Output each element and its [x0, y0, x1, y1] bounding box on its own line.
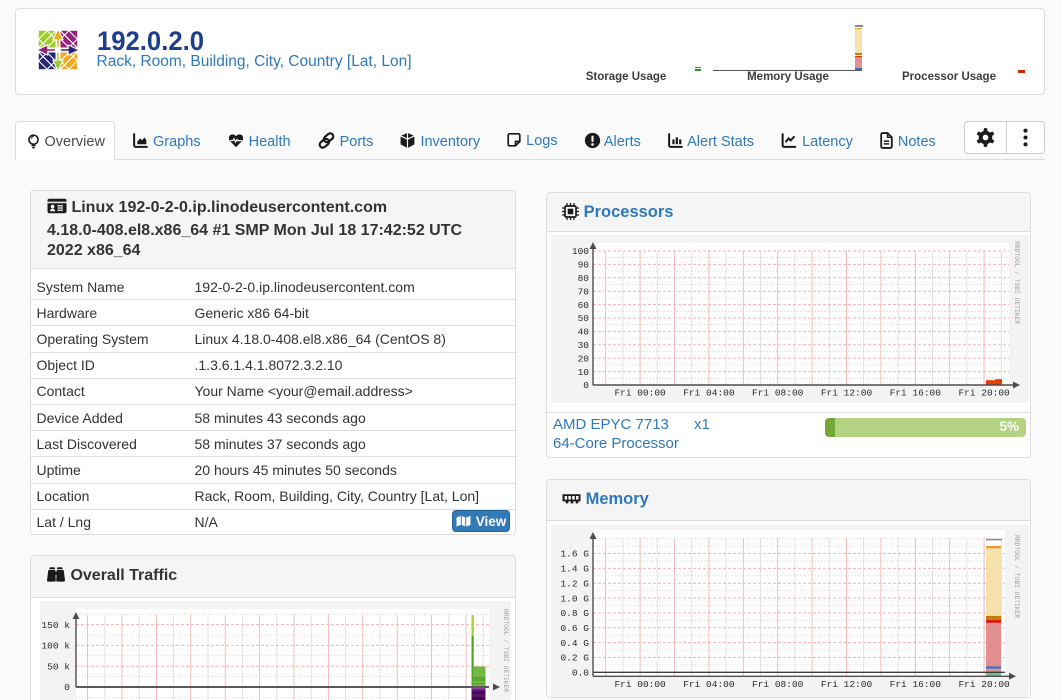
- svg-text:0: 0: [583, 380, 589, 391]
- svg-text:Fri 04:00: Fri 04:00: [683, 679, 735, 690]
- svg-text:1.2 G: 1.2 G: [560, 578, 589, 589]
- svg-text:70: 70: [578, 286, 590, 297]
- svg-text:RRDTOOL / TOBI OETIKER: RRDTOOL / TOBI OETIKER: [502, 609, 509, 692]
- svg-text:60: 60: [578, 300, 590, 311]
- svg-text:80: 80: [578, 273, 590, 284]
- svg-text:10: 10: [578, 367, 590, 378]
- svg-text:0.8 G: 0.8 G: [560, 608, 589, 619]
- svg-text:0.4 G: 0.4 G: [560, 638, 589, 649]
- svg-text:Fri 12:00: Fri 12:00: [821, 388, 873, 399]
- svg-text:1.0 G: 1.0 G: [560, 593, 589, 604]
- svg-text:90: 90: [578, 260, 590, 271]
- svg-text:0.2 G: 0.2 G: [560, 653, 589, 664]
- svg-text:20: 20: [578, 353, 590, 364]
- svg-text:100 k: 100 k: [41, 641, 70, 652]
- svg-text:Fri 08:00: Fri 08:00: [752, 388, 804, 399]
- svg-text:Fri 00:00: Fri 00:00: [614, 388, 666, 399]
- svg-text:RRDTOOL / TOBI OETIKER: RRDTOOL / TOBI OETIKER: [1013, 241, 1020, 324]
- svg-text:50: 50: [578, 313, 590, 324]
- svg-text:Fri 00:00: Fri 00:00: [614, 679, 666, 690]
- svg-text:Fri 16:00: Fri 16:00: [890, 388, 942, 399]
- svg-text:1.4 G: 1.4 G: [560, 564, 589, 575]
- svg-text:50 k: 50 k: [47, 661, 70, 672]
- svg-text:RRDTOOL / TOBI OETIKER: RRDTOOL / TOBI OETIKER: [1013, 535, 1020, 618]
- svg-text:Fri 20:00: Fri 20:00: [958, 388, 1010, 399]
- svg-text:0: 0: [64, 682, 70, 693]
- svg-text:Fri 04:00: Fri 04:00: [683, 388, 735, 399]
- svg-text:Fri 08:00: Fri 08:00: [752, 679, 804, 690]
- svg-text:0.0: 0.0: [572, 668, 589, 679]
- svg-text:Fri 12:00: Fri 12:00: [821, 679, 873, 690]
- svg-text:30: 30: [578, 340, 590, 351]
- svg-text:1.6 G: 1.6 G: [560, 549, 589, 560]
- svg-text:Fri 20:00: Fri 20:00: [958, 679, 1010, 690]
- svg-text:Fri 16:00: Fri 16:00: [890, 679, 942, 690]
- svg-text:40: 40: [578, 327, 590, 338]
- svg-text:0.6 G: 0.6 G: [560, 623, 589, 634]
- svg-text:100: 100: [572, 246, 589, 257]
- svg-text:150 k: 150 k: [41, 620, 70, 631]
